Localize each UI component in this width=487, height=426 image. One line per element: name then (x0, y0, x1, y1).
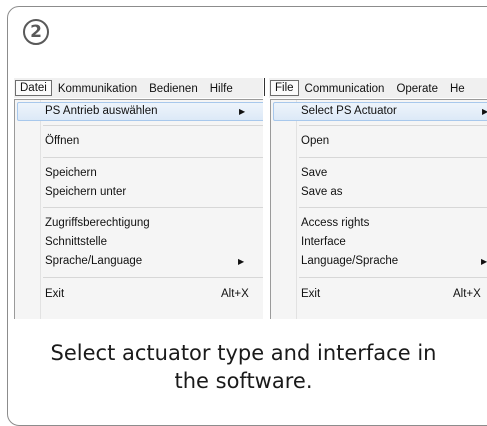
caption-line-2: the software. (174, 369, 313, 393)
menu-item-shortcut: Alt+X (221, 288, 249, 300)
menu-separator (299, 157, 487, 158)
caption-line-1: Select actuator type and interface in (50, 341, 437, 365)
menu-separator (43, 157, 263, 158)
menu-item-exit[interactable]: Exit Alt+X (17, 285, 263, 304)
file-dropdown-menu: Select PS Actuator ▶ Open Save Save as A… (270, 99, 487, 319)
menu-file[interactable]: File (270, 80, 299, 96)
menu-item-label: Schnittstelle (45, 236, 108, 248)
menu-item-save[interactable]: Save (273, 164, 487, 183)
menu-operate[interactable]: Operate (390, 80, 444, 96)
menu-item-label: Exit (45, 288, 65, 300)
menu-item-open[interactable]: Open (273, 132, 487, 151)
menu-item-save-as[interactable]: Save as (273, 183, 487, 202)
submenu-arrow-icon: ▶ (239, 107, 246, 116)
german-menu-screenshot: Datei Kommunikation Bedienen Hilfe PS An… (14, 78, 263, 319)
menu-item-language[interactable]: Language/Sprache ▶ (273, 252, 487, 271)
menu-item-label: Save (301, 167, 328, 179)
menu-bar: File Communication Operate He (269, 78, 487, 98)
menu-separator (299, 277, 487, 278)
menu-item-label: Access rights (301, 217, 370, 229)
menu-item-label: Zugriffsberechtigung (45, 217, 150, 229)
menu-item-label: Select PS Actuator (301, 105, 397, 117)
menu-item-shortcut: Alt+X (453, 288, 481, 300)
menu-item-label: Interface (301, 236, 346, 248)
menu-item-speichern-unter[interactable]: Speichern unter (17, 183, 263, 202)
menu-item-speichern[interactable]: Speichern (17, 164, 263, 183)
menu-item-label: Exit (301, 288, 321, 300)
english-menu-screenshot: File Communication Operate He Select PS … (269, 78, 487, 319)
menu-item-label: Open (301, 135, 330, 147)
menu-item-zugriffsberechtigung[interactable]: Zugriffsberechtigung (17, 214, 263, 233)
menu-item-label: Save as (301, 186, 343, 198)
menu-separator (299, 207, 487, 208)
menu-datei[interactable]: Datei (15, 80, 52, 96)
step-number: 2 (30, 21, 42, 42)
menu-item-label: Sprache/Language (45, 255, 143, 267)
menu-item-select-ps-actuator[interactable]: Select PS Actuator ▶ (273, 102, 487, 121)
menu-bedienen[interactable]: Bedienen (143, 80, 204, 96)
menu-kommunikation[interactable]: Kommunikation (52, 80, 143, 96)
file-dropdown-menu: PS Antrieb auswählen ▶ Öffnen Speichern … (14, 99, 263, 319)
submenu-arrow-icon: ▶ (238, 257, 245, 266)
instruction-caption: Select actuator type and interface in th… (0, 339, 487, 395)
menu-item-ps-antrieb[interactable]: PS Antrieb auswählen ▶ (17, 102, 263, 121)
menu-separator (43, 125, 263, 126)
menu-item-label: Speichern unter (45, 186, 127, 198)
menu-separator (43, 207, 263, 208)
menu-item-label: Öffnen (45, 135, 80, 147)
menu-separator (43, 277, 263, 278)
menu-item-schnittstelle[interactable]: Schnittstelle (17, 233, 263, 252)
screenshot-divider (264, 78, 265, 96)
menu-item-label: Language/Sprache (301, 255, 399, 267)
menu-item-label: PS Antrieb auswählen (45, 105, 158, 117)
step-number-badge: 2 (23, 19, 49, 45)
menu-item-access-rights[interactable]: Access rights (273, 214, 487, 233)
menu-item-exit[interactable]: Exit Alt+X (273, 285, 487, 304)
menu-separator (299, 125, 487, 126)
menu-item-label: Speichern (45, 167, 97, 179)
menu-communication[interactable]: Communication (299, 80, 391, 96)
submenu-arrow-icon: ▶ (482, 107, 487, 116)
submenu-arrow-icon: ▶ (481, 257, 487, 266)
menu-item-interface[interactable]: Interface (273, 233, 487, 252)
menu-hilfe[interactable]: Hilfe (204, 80, 239, 96)
menu-item-oeffnen[interactable]: Öffnen (17, 132, 263, 151)
menu-item-sprache[interactable]: Sprache/Language ▶ (17, 252, 263, 271)
menu-bar: Datei Kommunikation Bedienen Hilfe (14, 78, 263, 98)
menu-help[interactable]: He (444, 80, 471, 96)
